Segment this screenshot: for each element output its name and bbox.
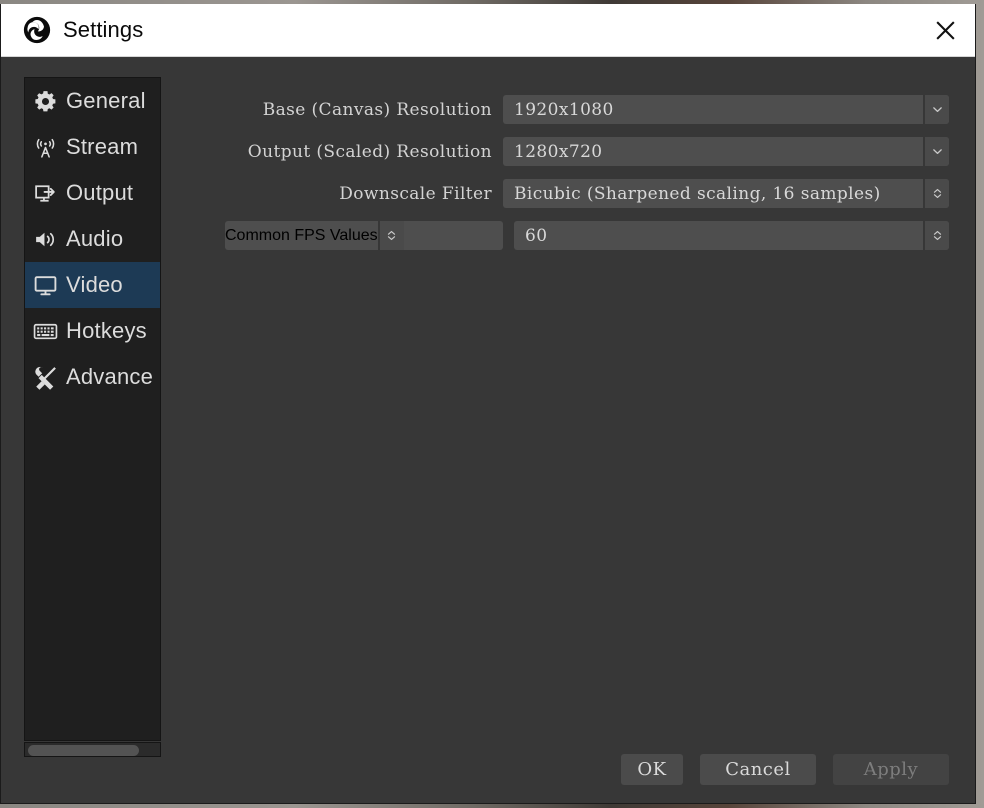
settings-sidebar: General Stream Output Audio Video Hotkey… — [24, 77, 161, 741]
base-resolution-value: 1920x1080 — [514, 99, 614, 120]
sidebar-item-label: Hotkeys — [66, 318, 147, 343]
keyboard-icon — [28, 316, 62, 346]
output-icon — [28, 178, 62, 208]
row-fps: Common FPS Values 60 — [177, 221, 949, 250]
speaker-icon — [28, 224, 62, 254]
sidebar-item-label: Output — [66, 180, 134, 205]
tools-icon — [28, 362, 62, 392]
output-resolution-combobox[interactable]: 1280x720 — [503, 137, 949, 166]
ok-button[interactable]: OK — [621, 754, 683, 785]
sidebar-item-audio[interactable]: Audio — [25, 216, 160, 262]
page-title: Settings — [63, 17, 144, 42]
obs-logo-icon — [23, 16, 51, 44]
output-resolution-label: Output (Scaled) Resolution — [247, 141, 492, 162]
downscale-filter-label: Downscale Filter — [339, 183, 492, 204]
sidebar-item-label: General — [66, 88, 146, 113]
sidebar-item-label: Video — [66, 272, 123, 297]
sidebar-item-hotkeys[interactable]: Hotkeys — [25, 308, 160, 354]
chevron-up-down-icon[interactable] — [377, 221, 404, 250]
sidebar-item-advanced[interactable]: Advance — [25, 354, 160, 400]
close-icon[interactable] — [915, 4, 975, 57]
row-downscale-filter: Downscale Filter Bicubic (Sharpened scal… — [177, 179, 949, 208]
chevron-down-icon[interactable] — [923, 137, 949, 166]
settings-window: Settings General Stream Output Audio Vid… — [0, 4, 976, 804]
base-resolution-label: Base (Canvas) Resolution — [262, 99, 492, 120]
sidebar-item-label: Stream — [66, 134, 139, 159]
video-settings-form: Base (Canvas) Resolution 1920x1080 Outpu… — [177, 95, 949, 250]
fps-type-combobox[interactable]: Common FPS Values — [225, 221, 503, 250]
cancel-button[interactable]: Cancel — [700, 754, 816, 785]
sidebar-item-output[interactable]: Output — [25, 170, 160, 216]
fps-type-value: Common FPS Values — [225, 226, 378, 244]
sidebar-horizontal-scrollbar[interactable] — [24, 742, 161, 757]
downscale-filter-value: Bicubic (Sharpened scaling, 16 samples) — [514, 183, 881, 204]
broadcast-icon — [28, 132, 62, 162]
sidebar-item-label: Advance — [66, 364, 154, 389]
scrollbar-thumb[interactable] — [28, 745, 139, 756]
sidebar-item-general[interactable]: General — [25, 78, 160, 124]
window-titlebar: Settings — [1, 4, 975, 57]
chevron-up-down-icon[interactable] — [923, 221, 949, 250]
sidebar-item-label: Audio — [66, 226, 124, 251]
chevron-down-icon[interactable] — [923, 95, 949, 124]
fps-value: 60 — [525, 225, 548, 246]
chevron-up-down-icon[interactable] — [923, 179, 949, 208]
monitor-icon — [28, 270, 62, 300]
dialog-footer: OK Cancel Apply — [621, 754, 949, 785]
row-base-resolution: Base (Canvas) Resolution 1920x1080 — [177, 95, 949, 124]
gear-icon — [28, 86, 62, 116]
apply-button: Apply — [833, 754, 949, 785]
downscale-filter-combobox[interactable]: Bicubic (Sharpened scaling, 16 samples) — [503, 179, 949, 208]
fps-value-combobox[interactable]: 60 — [514, 221, 949, 250]
output-resolution-value: 1280x720 — [514, 141, 603, 162]
sidebar-item-video[interactable]: Video — [25, 262, 160, 308]
row-output-resolution: Output (Scaled) Resolution 1280x720 — [177, 137, 949, 166]
settings-body: General Stream Output Audio Video Hotkey… — [1, 57, 975, 803]
base-resolution-combobox[interactable]: 1920x1080 — [503, 95, 949, 124]
sidebar-item-stream[interactable]: Stream — [25, 124, 160, 170]
